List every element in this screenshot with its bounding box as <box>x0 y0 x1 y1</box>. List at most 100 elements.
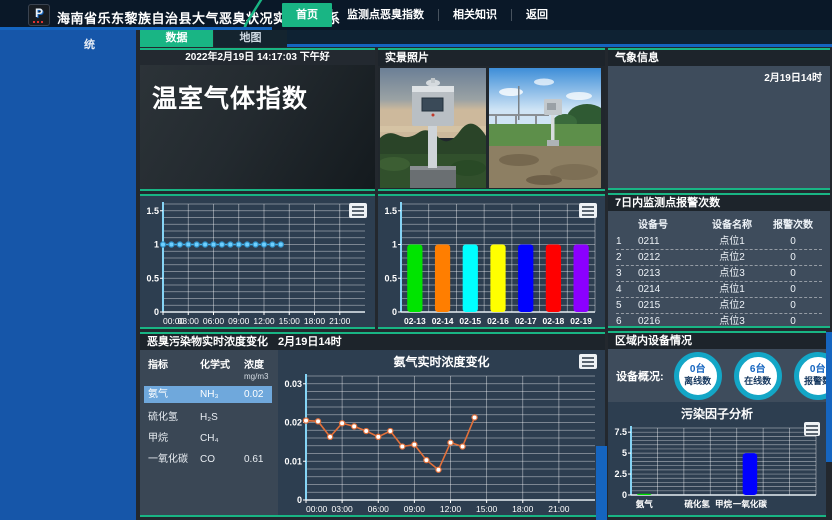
datetime-bar: 2022年2月19日 14:17:03 下午好 <box>140 50 375 65</box>
svg-text:09:00: 09:00 <box>404 504 426 514</box>
panel-greenhouse-index: 2022年2月19日 14:17:03 下午好 温室气体指数 <box>140 48 375 191</box>
alarm-count: 0 <box>764 282 822 297</box>
pollution-factor-title: 污染因子分析 <box>608 402 826 420</box>
table-row: 30213点位30 <box>616 266 822 282</box>
device-name: 点位1 <box>700 234 764 249</box>
device-circle-0: 0台离线数 <box>674 352 722 400</box>
odor-row[interactable]: 氨气NH₃0.02 <box>144 386 272 403</box>
pollutant-formula: NH₃ <box>200 386 244 403</box>
pollutant-value: 0.02 <box>244 386 278 403</box>
svg-text:15:00: 15:00 <box>476 504 498 514</box>
svg-text:0: 0 <box>297 495 302 505</box>
device-circle-1: 6台在线数 <box>734 352 782 400</box>
svg-text:1: 1 <box>154 240 159 250</box>
svg-text:02-18: 02-18 <box>543 316 565 326</box>
sidebar: 统 <box>0 30 136 520</box>
svg-text:02-13: 02-13 <box>404 316 426 326</box>
hero-body: 温室气体指数 <box>140 65 375 189</box>
device-name: 点位3 <box>700 314 764 328</box>
chart-menu-icon[interactable] <box>579 354 597 369</box>
device-id: 0211 <box>638 234 700 249</box>
svg-text:一氧化碳: 一氧化碳 <box>733 499 768 509</box>
table-row: 60216点位30 <box>616 314 822 328</box>
svg-text:0.01: 0.01 <box>284 456 302 466</box>
app-logo-icon: P <box>28 4 50 26</box>
svg-text:0.5: 0.5 <box>146 273 159 283</box>
weather-body: 2月19日14时 <box>608 66 830 188</box>
weather-title: 气象信息 <box>615 50 659 66</box>
svg-text:2.5: 2.5 <box>614 469 627 479</box>
device-count-label: 在线数 <box>744 376 771 387</box>
site-photo-2 <box>489 68 601 188</box>
device-name: 点位2 <box>700 298 764 313</box>
odor-table-header: 指标 化学式 浓度 mg/m3 <box>148 356 272 382</box>
table-row: 10211点位10 <box>616 234 822 250</box>
svg-text:0: 0 <box>622 490 627 500</box>
pollutant-formula: CH₄ <box>200 430 244 447</box>
weather-time: 2月19日14时 <box>764 69 822 84</box>
panel-photos: 实景照片 <box>378 48 605 191</box>
svg-text:0: 0 <box>154 307 159 317</box>
device-id: 0212 <box>638 250 700 265</box>
alarm-count: 0 <box>764 314 822 328</box>
svg-text:0.5: 0.5 <box>384 273 397 283</box>
alarm-table-header: 设备号 设备名称 报警次数 <box>616 217 822 234</box>
nav-item-1[interactable]: 监测点恶臭指数 <box>333 3 438 27</box>
pollutant-formula: H₂S <box>200 409 244 426</box>
tab-map[interactable]: 地图 <box>214 30 287 47</box>
svg-text:1.5: 1.5 <box>146 206 159 216</box>
odor-row[interactable]: 甲烷CH₄ <box>148 430 272 447</box>
col-alarm-count: 报警次数 <box>764 217 822 234</box>
top-bar: P 海南省乐东黎族自治县大气恶臭状况实时发布系 首页监测点恶臭指数相关知识返回 <box>0 0 832 30</box>
svg-text:15:00: 15:00 <box>279 316 301 326</box>
nav-item-0[interactable]: 首页 <box>282 3 332 27</box>
col-indicator: 指标 <box>148 356 200 382</box>
concentration-unit: mg/m3 <box>244 372 268 381</box>
svg-text:0.03: 0.03 <box>284 379 302 389</box>
main-nav: 首页监测点恶臭指数相关知识返回 <box>282 3 562 27</box>
svg-text:06:00: 06:00 <box>368 504 390 514</box>
dashboard: P 海南省乐东黎族自治县大气恶臭状况实时发布系 首页监测点恶臭指数相关知识返回 … <box>0 0 832 520</box>
pollutant-formula: CO <box>200 451 244 468</box>
alarm-count: 0 <box>764 250 822 265</box>
device-count: 0台 <box>690 364 706 376</box>
odor-row[interactable]: 硫化氢H₂S <box>148 409 272 426</box>
svg-text:02-19: 02-19 <box>570 316 592 326</box>
background-strip <box>826 332 832 462</box>
alarm-count: 0 <box>764 266 822 281</box>
device-overview: 设备概况: 0台离线数6台在线数0台报警数 <box>608 349 826 402</box>
device-name: 点位3 <box>700 266 764 281</box>
svg-text:硫化氢: 硫化氢 <box>684 499 710 509</box>
svg-text:06:00: 06:00 <box>203 316 225 326</box>
device-count-label: 离线数 <box>684 376 711 387</box>
alarm-table-title: 7日内监测点报警次数 <box>615 195 720 211</box>
device-count: 0台 <box>810 364 826 376</box>
svg-text:02-14: 02-14 <box>432 316 454 326</box>
odor-table-body: 氨气NH₃0.02硫化氢H₂S甲烷CH₄一氧化碳CO0.61 <box>148 386 272 468</box>
pollution-factor-chart: 02.557.5氨气硫化氢甲烷一氧化碳 <box>608 420 826 515</box>
ammonia-trend-chart: 00.010.020.0300:0003:0006:0009:0012:0015… <box>278 368 605 517</box>
chart-menu-icon[interactable] <box>804 422 820 436</box>
svg-text:18:00: 18:00 <box>304 316 326 326</box>
tab-data[interactable]: 数据 <box>140 30 213 47</box>
device-circle-2: 0台报警数 <box>794 352 826 400</box>
odor-row[interactable]: 一氧化碳CO0.61 <box>148 451 272 468</box>
chart-menu-icon[interactable] <box>349 203 367 218</box>
svg-text:12:00: 12:00 <box>253 316 275 326</box>
odor-table: 指标 化学式 浓度 mg/m3 氨气NH₃0.02 硫化氢H₂S 甲烷CH₄ 一氧化碳… <box>140 350 278 517</box>
nav-item-2[interactable]: 相关知识 <box>439 3 511 27</box>
pollution-factor-section: 污染因子分析 02.557.5氨气硫化氢甲烷一氧化碳 <box>608 402 826 515</box>
pollutant-value <box>244 409 278 426</box>
device-overview-label: 设备概况: <box>616 368 664 384</box>
page-title: 温室气体指数 <box>152 79 375 115</box>
svg-text:12:00: 12:00 <box>440 504 462 514</box>
device-count: 6台 <box>750 364 766 376</box>
panel-daily-index-chart: 00.511.502-1302-1402-1502-1602-1702-1802… <box>378 194 605 329</box>
nav-item-3[interactable]: 返回 <box>512 3 562 27</box>
devices-title: 区域内设备情况 <box>615 333 692 349</box>
device-id: 0213 <box>638 266 700 281</box>
chart-menu-icon[interactable] <box>579 203 597 218</box>
panel-devices: 区域内设备情况 设备概况: 0台离线数6台在线数0台报警数 污染因子分析 02.… <box>608 331 826 517</box>
greenhouse-trend-chart: 00.511.500:0003:0006:0009:0012:0015:0018… <box>140 196 375 327</box>
col-formula: 化学式 <box>200 356 244 382</box>
